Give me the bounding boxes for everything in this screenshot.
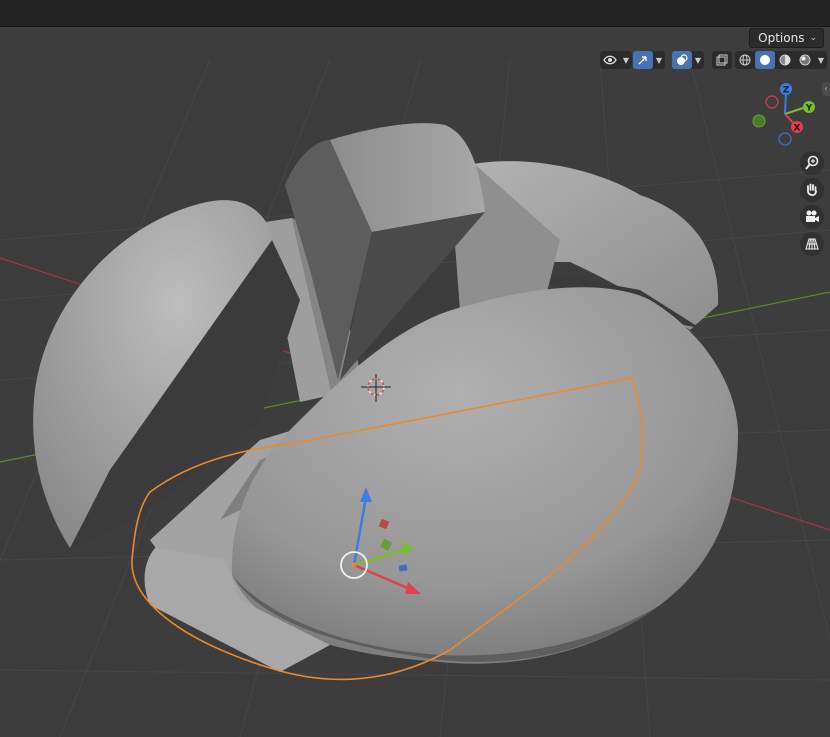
zoom-icon[interactable]	[800, 151, 824, 175]
gizmo-arrow-icon[interactable]	[633, 51, 653, 69]
visibility-dropdown[interactable]: ▼	[620, 51, 632, 69]
shading-dropdown[interactable]: ▼	[815, 51, 827, 69]
3d-viewport[interactable]: Z Y X	[0, 27, 830, 737]
gizmo-group: ▼	[633, 51, 665, 69]
top-bar	[0, 0, 830, 27]
material-shading-icon[interactable]	[775, 51, 795, 69]
overlay-group: ▼	[672, 51, 704, 69]
sidebar-expand-arrow[interactable]: ‹	[822, 82, 830, 96]
gizmo-y-label: Y	[805, 104, 813, 114]
navigation-gizmo: Z Y X	[752, 83, 815, 146]
options-dropdown[interactable]: Options ⌄	[749, 28, 824, 48]
perspective-grid-icon[interactable]	[800, 232, 824, 256]
options-label: Options	[758, 31, 805, 45]
chevron-down-icon: ⌄	[809, 33, 817, 43]
solid-shading-icon[interactable]	[755, 51, 775, 69]
xray-group	[712, 51, 732, 69]
overlay-icon[interactable]	[672, 51, 692, 69]
pan-hand-icon[interactable]	[800, 178, 824, 202]
overlay-dropdown[interactable]: ▼	[692, 51, 704, 69]
gizmo-dropdown[interactable]: ▼	[653, 51, 665, 69]
xray-icon[interactable]	[712, 51, 732, 69]
wireframe-shading-icon[interactable]	[735, 51, 755, 69]
camera-icon[interactable]	[800, 205, 824, 229]
gizmo-x-label: X	[794, 124, 801, 134]
eye-icon[interactable]	[600, 51, 620, 69]
gizmo-z-label: Z	[783, 86, 790, 96]
blender-window: Z Y X Options ⌄ ▼ ▼ ▼ ▼ ‹	[0, 0, 830, 737]
shading-group: ▼	[735, 51, 827, 69]
viewport-scene: Z Y X	[0, 59, 830, 737]
visibility-group: ▼	[600, 51, 632, 69]
rendered-shading-icon[interactable]	[795, 51, 815, 69]
